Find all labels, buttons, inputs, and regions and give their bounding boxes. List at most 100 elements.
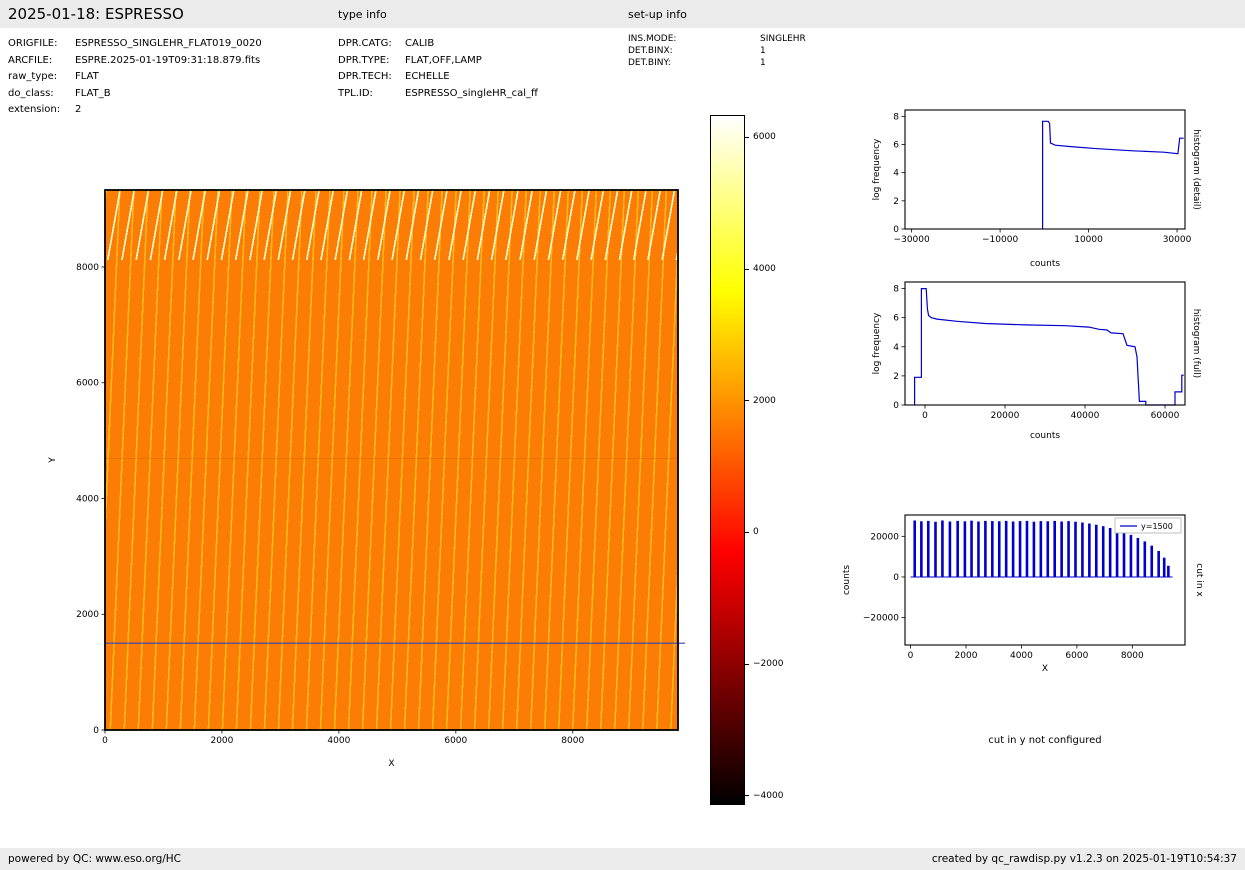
- field-value: SINGLEHR: [760, 34, 806, 44]
- page-title: 2025-01-18: ESPRESSO: [8, 5, 184, 23]
- svg-text:y=1500: y=1500: [1141, 522, 1173, 531]
- info-row-det-biny: DET.BINY: 1: [628, 57, 806, 69]
- footer-bar: powered by QC: www.eso.org/HC created by…: [0, 848, 1245, 870]
- svg-text:6000: 6000: [76, 379, 99, 389]
- header-bar: 2025-01-18: ESPRESSO type info set-up in…: [0, 0, 1245, 28]
- svg-text:4000: 4000: [76, 494, 99, 504]
- svg-text:2: 2: [893, 372, 899, 382]
- svg-text:8: 8: [893, 112, 899, 122]
- svg-text:4: 4: [893, 343, 899, 353]
- colorbar-gradient: [710, 115, 745, 805]
- colorbar-container: 6000 4000 2000 0 −2000 −4000: [710, 115, 800, 805]
- field-label: ARCFILE:: [8, 54, 53, 66]
- colorbar-tick-label: 0: [753, 527, 759, 538]
- svg-text:40000: 40000: [1071, 411, 1100, 421]
- field-label: do_class:: [8, 87, 54, 99]
- svg-text:8000: 8000: [76, 263, 99, 273]
- svg-text:20000: 20000: [991, 411, 1020, 421]
- field-value: FLAT_B: [75, 87, 111, 99]
- field-value: ESPRESSO_singleHR_cal_ff: [405, 87, 538, 99]
- svg-text:2000: 2000: [210, 736, 233, 746]
- svg-text:histogram (full): histogram (full): [1191, 309, 1201, 378]
- info-row-dpr-type: DPR.TYPE: FLAT,OFF,LAMP: [338, 53, 538, 70]
- svg-text:0: 0: [102, 736, 108, 746]
- type-info-heading: type info: [338, 8, 387, 21]
- field-label: raw_type:: [8, 71, 58, 83]
- svg-text:20000: 20000: [870, 532, 899, 542]
- field-value: 1: [760, 46, 766, 56]
- info-row-ins-mode: INS.MODE: SINGLEHR: [628, 33, 806, 45]
- colorbar-tick-mark: [745, 400, 749, 402]
- svg-text:10000: 10000: [1074, 235, 1103, 245]
- svg-text:0: 0: [893, 401, 899, 411]
- svg-text:X: X: [1042, 664, 1048, 674]
- histogram-detail-plot: −30000 −10000 10000 30000 0 2 4 6 8 counts log fre…: [872, 109, 1201, 269]
- qc-report-page: 2025-01-18: ESPRESSO type info set-up in…: [0, 0, 1245, 870]
- svg-text:8000: 8000: [1121, 651, 1144, 661]
- info-row-arcfile: ARCFILE: ESPRE.2025-01-19T09:31:18.879.f…: [8, 53, 262, 70]
- field-label: extension:: [8, 104, 61, 116]
- field-label: TPL.ID:: [338, 87, 373, 99]
- svg-text:30000: 30000: [1163, 235, 1192, 245]
- field-value: ESPRESSO_SINGLEHR_FLAT019_0020: [75, 38, 262, 49]
- setup-info-heading: set-up info: [628, 8, 687, 21]
- svg-text:8000: 8000: [561, 736, 584, 746]
- setup-info-block: INS.MODE: SINGLEHR DET.BINX: 1 DET.BINY:…: [628, 33, 806, 69]
- footer-created-by: created by qc_rawdisp.py v1.2.3 on 2025-…: [931, 853, 1237, 865]
- svg-text:log frequency: log frequency: [872, 312, 882, 374]
- type-info-block: DPR.CATG: CALIB DPR.TYPE: FLAT,OFF,LAMP …: [338, 36, 538, 102]
- field-label: ORIGFILE:: [8, 38, 58, 49]
- info-row-dpr-tech: DPR.TECH: ECHELLE: [338, 69, 538, 86]
- colorbar-tick-mark: [745, 268, 749, 270]
- svg-text:Y: Y: [48, 457, 58, 464]
- colorbar-tick-mark: [745, 531, 749, 533]
- raw-frame-axes: 0 2000 4000 6000 8000 0 2000 4000 6000 8000 X Y: [48, 189, 685, 769]
- svg-text:X: X: [388, 759, 394, 769]
- svg-text:0: 0: [908, 651, 914, 661]
- field-label: DET.BINX:: [628, 46, 673, 56]
- info-row-dpr-catg: DPR.CATG: CALIB: [338, 36, 538, 53]
- svg-text:−30000: −30000: [894, 235, 930, 245]
- field-label: DPR.TYPE:: [338, 54, 390, 66]
- histogram-full-plot: 0 20000 40000 60000 0 2 4 6 8 counts log frequency…: [872, 281, 1201, 441]
- svg-text:−20000: −20000: [863, 614, 899, 624]
- svg-text:0: 0: [893, 573, 899, 583]
- cut-in-x-plot: 0 2000 4000 6000 8000 20000 0 −20000 Xcounts cut …: [842, 514, 1204, 674]
- colorbar-tick-mark: [745, 663, 749, 665]
- colorbar-tick-label: −4000: [753, 790, 784, 801]
- svg-text:60000: 60000: [1151, 411, 1180, 421]
- svg-text:0: 0: [93, 726, 99, 736]
- field-value: FLAT: [75, 71, 99, 83]
- colorbar-tick-label: 4000: [753, 264, 776, 275]
- svg-text:log frequency: log frequency: [872, 138, 882, 200]
- svg-text:8: 8: [893, 285, 899, 295]
- field-value: 1: [760, 58, 766, 68]
- cut-in-y-note: cut in y not configured: [988, 735, 1102, 746]
- info-row-tpl-id: TPL.ID: ESPRESSO_singleHR_cal_ff: [338, 86, 538, 103]
- info-row-do-class: do_class: FLAT_B: [8, 86, 262, 103]
- svg-text:6: 6: [893, 141, 899, 151]
- field-label: DPR.TECH:: [338, 71, 392, 83]
- svg-text:4000: 4000: [1010, 651, 1033, 661]
- info-row-extension: extension: 2: [8, 102, 262, 119]
- svg-text:counts: counts: [1030, 259, 1060, 269]
- svg-text:0: 0: [922, 411, 928, 421]
- svg-text:counts: counts: [1030, 431, 1060, 441]
- svg-text:2000: 2000: [955, 651, 978, 661]
- colorbar-tick-label: 2000: [753, 395, 776, 406]
- info-row-origfile: ORIGFILE: ESPRESSO_SINGLEHR_FLAT019_0020: [8, 36, 262, 53]
- svg-text:6: 6: [893, 314, 899, 324]
- field-value: ESPRE.2025-01-19T09:31:18.879.fits: [75, 54, 261, 66]
- file-info-block: ORIGFILE: ESPRESSO_SINGLEHR_FLAT019_0020…: [8, 36, 262, 119]
- colorbar-tick-mark: [745, 136, 749, 138]
- svg-text:cut in x: cut in x: [1194, 563, 1204, 597]
- field-value: CALIB: [405, 38, 435, 49]
- svg-text:histogram (detail): histogram (detail): [1191, 129, 1201, 210]
- svg-text:−10000: −10000: [982, 235, 1018, 245]
- field-label: DPR.CATG:: [338, 38, 392, 49]
- svg-text:2000: 2000: [76, 610, 99, 620]
- info-row-det-binx: DET.BINX: 1: [628, 45, 806, 57]
- colorbar-tick-label: 6000: [753, 132, 776, 143]
- svg-text:2: 2: [893, 197, 899, 207]
- colorbar-tick-label: −2000: [753, 659, 784, 670]
